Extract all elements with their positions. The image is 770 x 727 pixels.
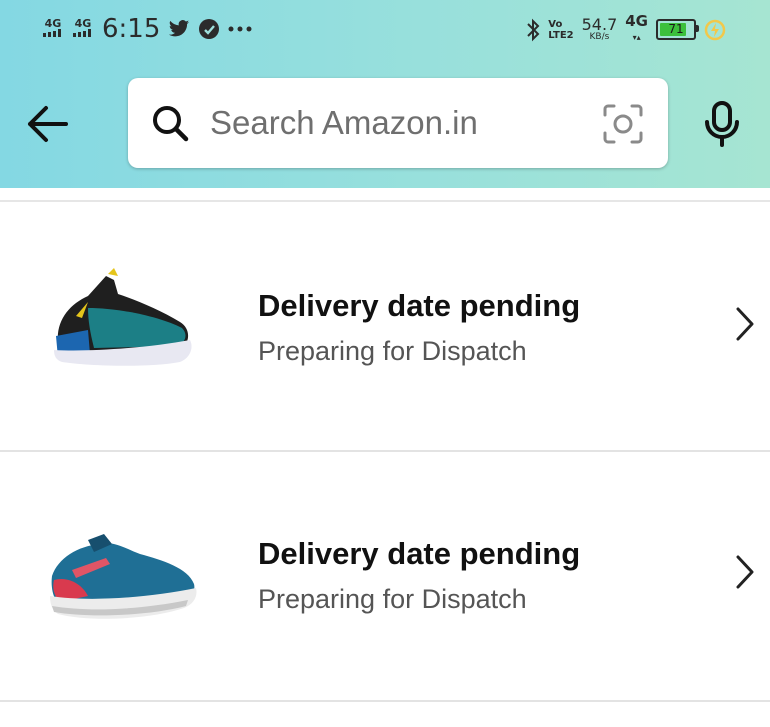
order-product-image [50,534,197,619]
clock: 6:15 [102,14,161,44]
data-arrows-icon: ▾▴ [632,33,641,42]
order-item[interactable]: Delivery date pending Preparing for Disp… [0,202,770,452]
status-bar: 4G 4G 6:15 Vo LTE2 54.7 KB/s 4G ▾▴ 71 [0,0,770,62]
order-status-subtitle: Preparing for Dispatch [258,336,527,366]
search-icon [153,106,189,142]
network-speed: 54.7 KB/s [582,17,618,42]
app-header: 4G 4G 6:15 Vo LTE2 54.7 KB/s 4G ▾▴ 71 Se… [0,0,770,188]
order-status-title: Delivery date pending [258,536,581,571]
order-item[interactable]: Delivery date pending Preparing for Disp… [0,452,770,702]
signal-2: 4G [72,18,94,39]
search-placeholder: Search Amazon.in [210,104,478,141]
volte-top: Vo [548,18,563,30]
speed-unit: KB/s [589,32,610,42]
signal-bars-icon [73,29,91,37]
network-type: 4G ▾▴ [625,14,648,45]
chevron-right-icon [736,555,754,589]
speed-value: 54.7 [581,15,618,34]
camera-search-icon[interactable] [602,103,644,145]
network-label: 4G [625,12,648,30]
order-product-image [54,268,192,366]
order-status-subtitle: Preparing for Dispatch [258,584,527,614]
twitter-icon [169,20,190,37]
microphone-icon [705,101,739,147]
app-icon [199,19,220,39]
signal-bars-icon [43,29,61,37]
order-status-title: Delivery date pending [258,288,581,323]
back-arrow-icon [28,106,68,142]
back-button[interactable] [22,100,72,148]
battery-level: 71 [668,22,684,36]
volte-bottom: LTE2 [548,29,574,41]
more-icon [228,26,252,32]
battery-icon: 71 [656,19,699,40]
volte-indicator: Vo LTE2 [548,19,573,41]
search-bar[interactable]: Search Amazon.in [128,78,668,168]
chevron-right-icon [736,307,754,341]
bluetooth-icon [527,18,540,41]
signal-1: 4G [42,18,64,39]
voice-search-button[interactable] [702,100,742,153]
battery-saver-icon [704,19,726,40]
